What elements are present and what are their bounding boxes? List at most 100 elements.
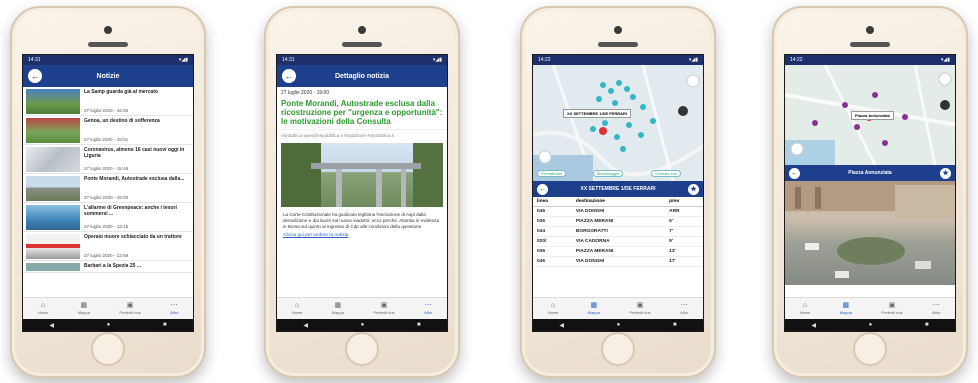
home-button[interactable] xyxy=(853,332,887,366)
nav-recents-icon[interactable]: ■ xyxy=(163,322,167,328)
news-item[interactable]: Operaio muore schiacciato da un trattore… xyxy=(23,232,193,261)
map-icon: ▦ xyxy=(590,302,598,309)
tab-label: Mappa xyxy=(587,310,600,315)
cell-eta: ARR xyxy=(665,206,703,217)
tab-map[interactable]: ▦ Mappa xyxy=(588,302,600,315)
tab-map[interactable]: ▦ Mappa xyxy=(78,302,90,315)
news-date: 27 luglio 2020 - 15:56 xyxy=(84,108,129,113)
nav-recents-icon[interactable]: ■ xyxy=(417,322,421,328)
back-arrow-icon[interactable]: ← xyxy=(537,183,548,195)
speaker xyxy=(342,42,382,47)
news-item[interactable]: Barbari a la Spezia 25 ... xyxy=(23,261,193,273)
table-row[interactable]: 036 PIAZZA MERANI 5' xyxy=(533,216,703,227)
news-item[interactable]: Coronavirus, almeno 16 casi nuovi oggi i… xyxy=(23,145,193,174)
stage: 14:31 ▾◢▮ ← Notizie La Samp guarda già a… xyxy=(0,0,978,383)
cell-destination: BORGORATTI xyxy=(571,226,666,237)
tab-more[interactable]: ⋯ Altro xyxy=(170,302,178,315)
status-bar: 14:22 ▾◢▮ xyxy=(785,55,955,65)
news-date: 27 luglio 2020 - 13:15 xyxy=(84,224,129,229)
star-icon[interactable]: ★ xyxy=(688,183,699,195)
news-date: 27 luglio 2020 - 15:46 xyxy=(84,166,129,171)
news-date: 27 luglio 2020 - 15:51 xyxy=(84,137,129,142)
nav-back-icon[interactable]: ◀ xyxy=(559,322,564,329)
tab-bar: ⌂ Home ▦ Mappa ▣ Preferiti bus ⋯ Altro xyxy=(533,297,703,319)
tab-more[interactable]: ⋯ Altro xyxy=(680,302,688,315)
nav-recents-icon[interactable]: ■ xyxy=(925,322,929,328)
back-arrow-icon[interactable]: ← xyxy=(789,167,800,179)
article-headline: Ponte Morandi, Autostrade esclusa dalla … xyxy=(281,99,443,126)
table-row[interactable]: 036 PIAZZA MERANI 13' xyxy=(533,246,703,257)
home-button[interactable] xyxy=(91,332,125,366)
more-icon: ⋯ xyxy=(170,302,178,309)
tab-home[interactable]: ⌂ Home xyxy=(800,302,811,315)
signal-icon: ▾◢▮ xyxy=(940,57,950,63)
nav-home-icon[interactable]: ● xyxy=(107,322,111,328)
square-photo xyxy=(785,181,955,278)
home-button[interactable] xyxy=(601,332,635,366)
news-thumbnail xyxy=(26,176,80,201)
chip-giornate[interactable]: Giornate bus xyxy=(651,170,681,177)
map-view[interactable]: XX SETTEMBRE 1/DE FERRARI Fermate bus Mo… xyxy=(533,65,703,181)
tab-favorites[interactable]: ▣ Preferiti bus xyxy=(881,302,902,315)
tab-more[interactable]: ⋯ Altro xyxy=(932,302,940,315)
map-icon: ▦ xyxy=(842,302,850,309)
back-arrow-icon[interactable]: ← xyxy=(28,69,42,83)
map-view[interactable]: Piazza Annunziata xyxy=(785,65,955,165)
nav-recents-icon[interactable]: ■ xyxy=(673,322,677,328)
nav-back-icon[interactable]: ◀ xyxy=(49,322,54,329)
news-item[interactable]: Genoa, un destino di sofferenza 27 luglio… xyxy=(23,116,193,145)
chip-fermate[interactable]: Fermate bus xyxy=(537,170,567,177)
bus-icon: ▣ xyxy=(636,302,644,309)
tab-label: Altro xyxy=(170,310,179,315)
star-icon[interactable]: ★ xyxy=(940,167,951,179)
news-item[interactable]: Ponte Morandi, Autostrade esclusa dalla.… xyxy=(23,174,193,203)
table-row[interactable]: 020/VIA CADORNA 9' xyxy=(533,236,703,247)
nav-home-icon[interactable]: ● xyxy=(617,322,621,328)
table-row[interactable]: 044 BORGORATTI 7' xyxy=(533,226,703,237)
tab-home[interactable]: ⌂ Home xyxy=(292,302,303,315)
tab-favorites[interactable]: ▣ Preferiti bus xyxy=(119,302,140,315)
news-title: L'allarme di Greenpeace: anche i tesori … xyxy=(84,205,177,217)
home-button[interactable] xyxy=(345,332,379,366)
nav-home-icon[interactable]: ● xyxy=(361,322,365,328)
nav-back-icon[interactable]: ◀ xyxy=(811,322,816,329)
stop-title: XX SETTEMBRE 1/DE FERRARI xyxy=(580,186,656,192)
column-header: linea xyxy=(533,197,572,207)
cell-line: 046 xyxy=(533,206,572,217)
cell-eta: 9' xyxy=(665,236,703,247)
nav-back-icon[interactable]: ◀ xyxy=(303,322,308,329)
news-title: Ponte Morandi, Autostrade esclusa dalla.… xyxy=(84,176,185,182)
news-list: La Samp guarda già al mercato 27 luglio 2… xyxy=(23,87,193,273)
bridge-illustration xyxy=(281,143,443,207)
speaker xyxy=(88,42,128,47)
tab-more[interactable]: ⋯ Altro xyxy=(424,302,432,315)
tab-bar: ⌂ Home ▦ Mappa ▣ Preferiti bus ⋯ Altro xyxy=(785,297,955,319)
news-title: Operaio muore schiacciato da un trattore xyxy=(84,234,182,240)
tab-map[interactable]: ▦ Mappa xyxy=(332,302,344,315)
bus-icon: ▣ xyxy=(126,302,134,309)
chip-monitoraggio[interactable]: Monitoraggio xyxy=(593,170,623,177)
tab-map[interactable]: ▦ Mappa xyxy=(840,302,852,315)
article-link[interactable]: Clicca qui per vedere la notizia xyxy=(277,233,447,238)
back-arrow-icon[interactable]: ← xyxy=(282,69,296,83)
tab-home[interactable]: ⌂ Home xyxy=(38,302,49,315)
news-date: 27 luglio 2020 - 12:59 xyxy=(84,253,129,258)
cell-eta: 5' xyxy=(665,216,703,227)
tab-favorites[interactable]: ▣ Preferiti bus xyxy=(629,302,650,315)
tab-favorites[interactable]: ▣ Preferiti bus xyxy=(373,302,394,315)
table-row[interactable]: 046 VIA DONGHI 17' xyxy=(533,256,703,267)
article-date: 27 luglio 2020 - 15:00 xyxy=(281,90,330,96)
phone-place-detail: 14:22 ▾◢▮ Piazza Annunziata ← Piazza Ann… xyxy=(772,6,968,378)
table-row[interactable]: 046 VIA DONGHI ARR xyxy=(533,206,703,217)
map-callout: XX SETTEMBRE 1/DE FERRARI xyxy=(563,109,632,118)
news-item[interactable]: La Samp guarda già al mercato 27 luglio 2… xyxy=(23,87,193,116)
screen-news-detail: 14:31 ▾◢▮ ← Dettaglio notizia 27 luglio … xyxy=(276,54,448,332)
tab-label: Altro xyxy=(424,310,433,315)
news-title: Genoa, un destino di sofferenza xyxy=(84,118,160,124)
tab-label: Preferiti bus xyxy=(629,310,651,315)
place-header: ← Piazza Annunziata ★ xyxy=(785,165,955,181)
news-item[interactable]: L'allarme di Greenpeace: anche i tesori … xyxy=(23,203,193,232)
nav-home-icon[interactable]: ● xyxy=(869,322,873,328)
tab-home[interactable]: ⌂ Home xyxy=(548,302,559,315)
page-title: Dettaglio notizia xyxy=(334,72,390,80)
